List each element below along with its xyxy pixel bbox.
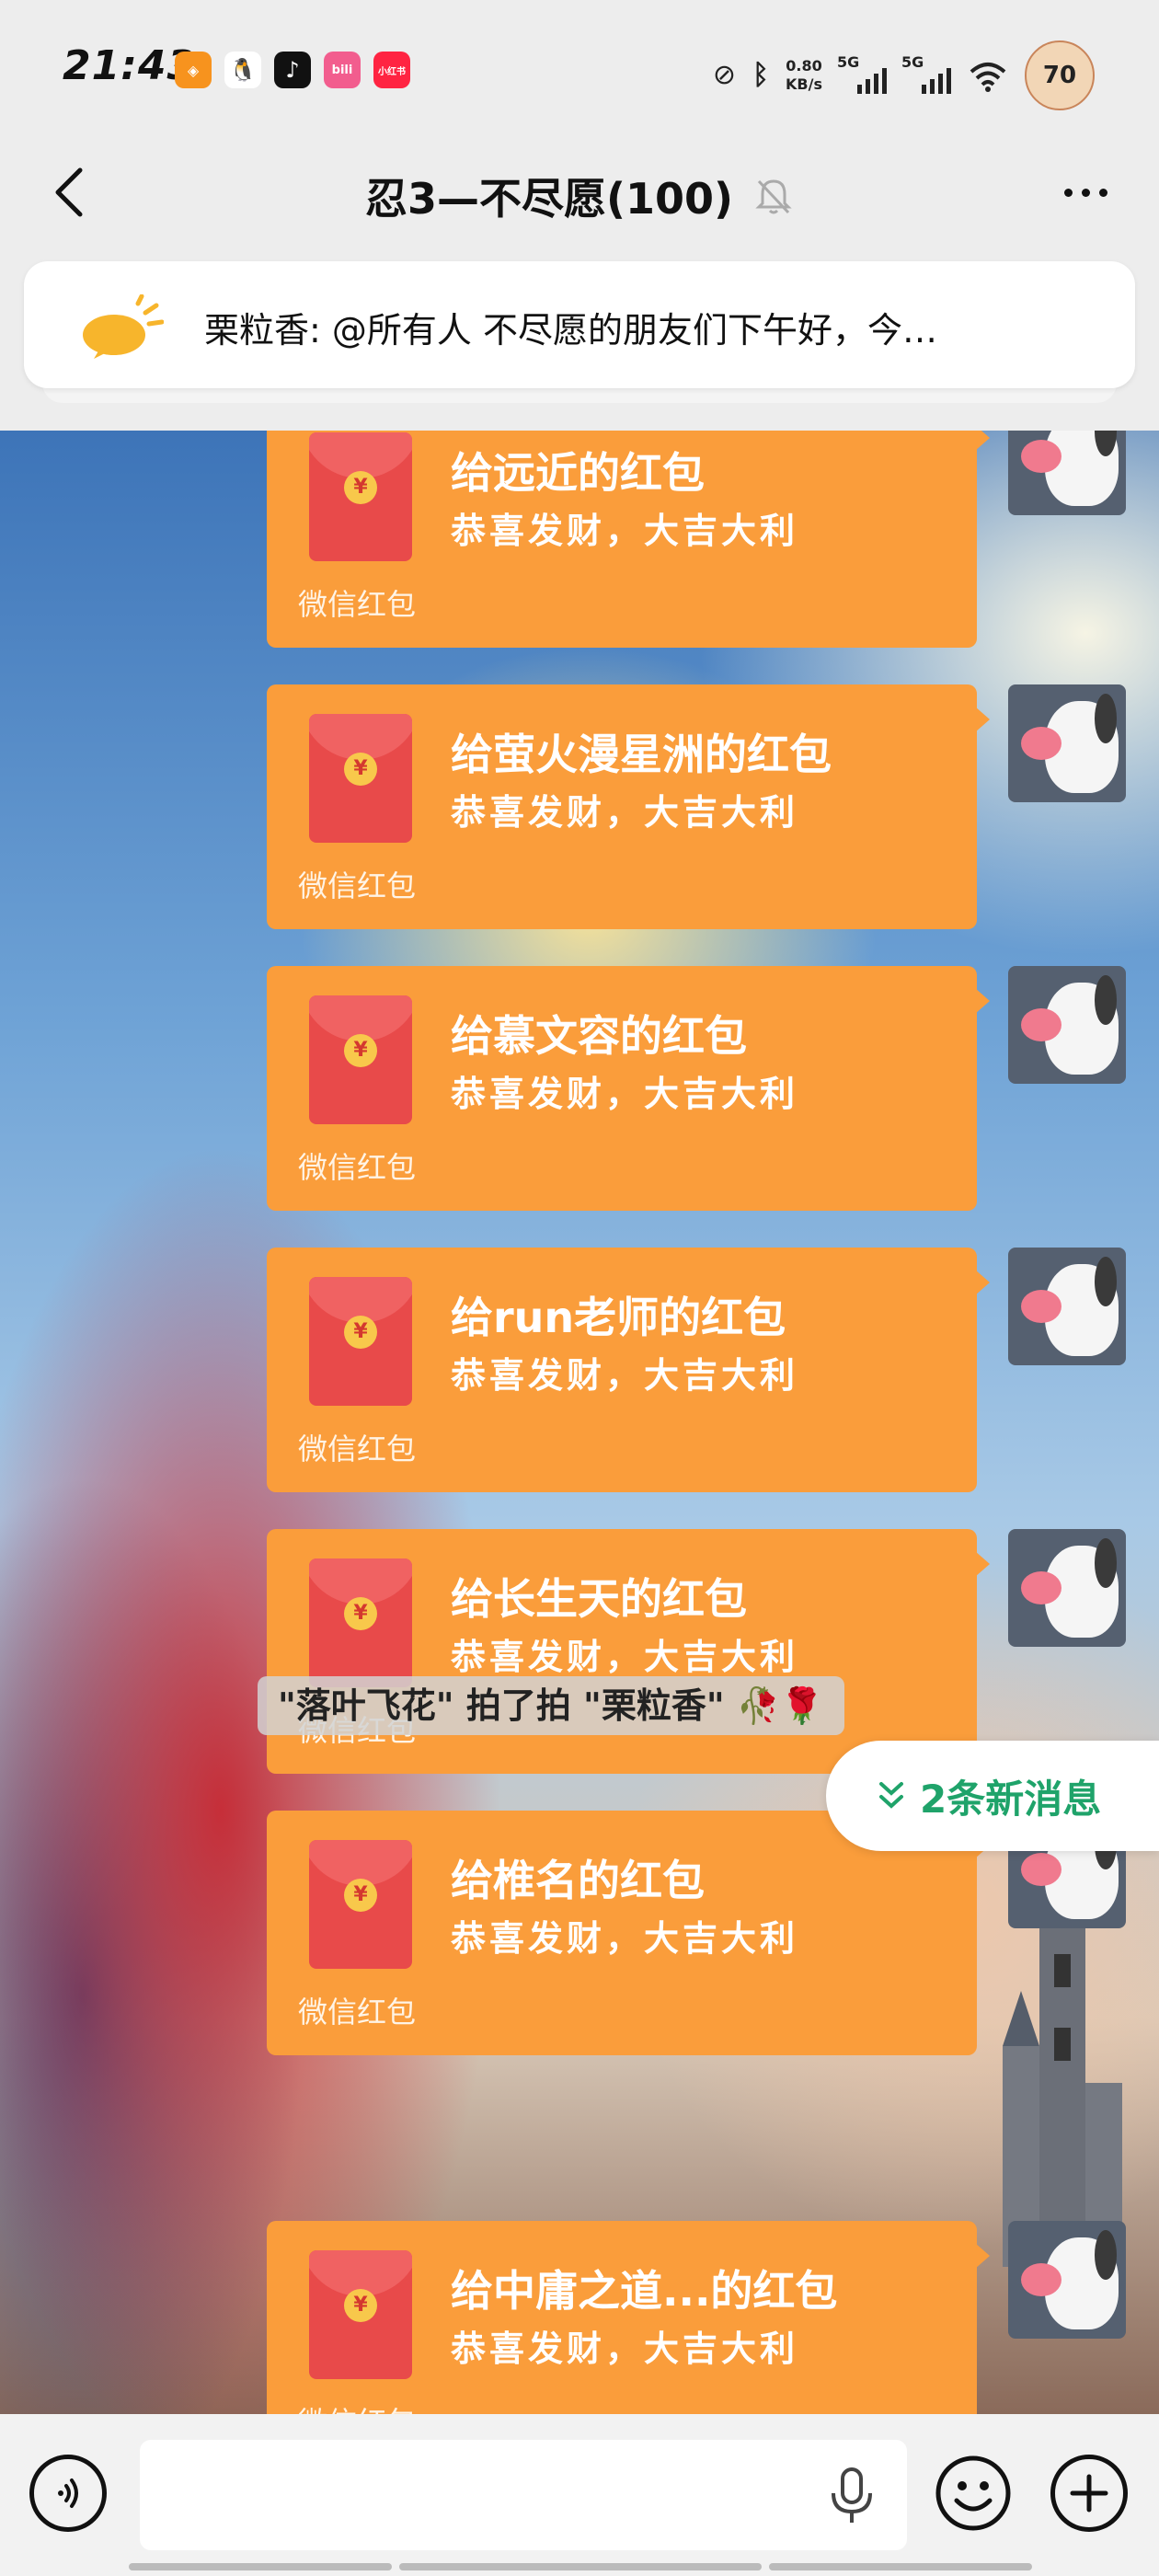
red-packet-footer: 微信红包 [298,1150,417,1185]
sender-avatar[interactable] [1008,1529,1126,1647]
red-packet-greeting: 恭喜发财，大吉大利 [451,1355,799,1396]
red-envelope-icon: ¥ [309,2250,412,2379]
more-actions-plus-button[interactable] [1050,2455,1128,2532]
red-envelope-icon: ¥ [309,714,412,843]
battery-avatar-badge: 70 [1025,40,1095,110]
red-packet-message[interactable]: ¥ 给慕文容的红包 恭喜发财，大吉大利 微信红包 [267,966,990,1211]
status-app-icons: ◈ 🐧 ♪ bili 小红书 [175,52,410,88]
red-packet-message[interactable]: ¥ 给萤火漫星洲的红包 恭喜发财，大吉大利 微信红包 [267,684,990,929]
bluetooth-icon: ᛒ [752,59,770,91]
new-messages-label: 2条新消息 [920,1776,1102,1822]
bilibili-icon: bili [324,52,361,88]
red-packet-footer: 微信红包 [298,1432,417,1466]
sender-avatar[interactable] [1008,431,1126,515]
signal-1-icon: 5G [837,53,887,94]
red-packet-greeting: 恭喜发财，大吉大利 [451,1918,799,1959]
red-envelope-icon: ¥ [309,995,412,1124]
red-packet-greeting: 恭喜发财，大吉大利 [451,511,799,551]
wifi-icon [970,63,1006,92]
chat-header: 忍3—不尽愿(100) [0,138,1159,258]
microphone-icon[interactable] [826,2466,878,2526]
red-envelope-icon: ¥ [309,1277,412,1406]
signal-1-label: 5G [837,53,860,71]
chat-title: 忍3—不尽愿(100) [364,174,734,224]
sender-avatar[interactable] [1008,966,1126,1084]
more-options-button[interactable] [1049,169,1122,215]
message-input-bar [0,2414,1159,2576]
tiktok-icon: ♪ [274,52,311,88]
emoji-button[interactable] [935,2455,1012,2532]
gesture-indicator [129,2563,1032,2570]
red-packet-greeting: 恭喜发财，大吉大利 [451,792,799,833]
red-packet-greeting: 恭喜发财，大吉大利 [451,2329,799,2369]
red-packet-footer: 微信红包 [298,868,417,903]
qq-icon: 🐧 [224,52,261,88]
red-packet-title: 给长生天的红包 [451,1574,747,1624]
red-envelope-icon: ¥ [309,1558,412,1687]
red-packet-footer: 微信红包 [298,2399,416,2414]
red-packet-footer: 微信红包 [298,587,417,622]
more-dot-icon [1098,188,1107,197]
red-envelope-icon: ¥ [309,1840,412,1969]
red-packet-title: 给远近的红包 [451,448,705,498]
more-dot-icon [1063,188,1073,197]
signal-2-icon: 5G [901,53,951,94]
status-indicators: ⊘ ᛒ 0.80 KB/s 5G 5G 70 [713,40,1095,110]
chat-title-wrap: 忍3—不尽愿(100) [0,166,1159,226]
red-packet-title: 给慕文容的红包 [451,1011,747,1061]
sender-avatar[interactable] [1008,684,1126,802]
red-packet-message[interactable]: ¥ 给远近的红包 恭喜发财，大吉大利 微信红包 [267,431,990,648]
signal-2-label: 5G [901,53,924,71]
orange-app-icon: ◈ [175,52,212,88]
network-speed-unit: KB/s [786,75,822,93]
voice-wave-icon [58,2478,78,2508]
red-packet-title: 给萤火漫星洲的红包 [451,730,832,779]
red-packet-title: 给中庸之道...的红包 [451,2266,838,2316]
mute-bell-icon [755,179,792,214]
chat-message-list[interactable]: ¥ 给远近的红包 恭喜发财，大吉大利 微信红包 ¥ 给萤火漫星洲的红包 恭喜发财… [0,431,1159,2414]
sender-avatar[interactable] [1008,2221,1126,2339]
network-speed-value: 0.80 [786,57,822,75]
xiaohongshu-icon: 小红书 [373,52,410,88]
system-pat-message: "落叶飞花" 拍了拍 "栗粒香" 🥀🌹 [258,1676,844,1735]
red-envelope-icon: ¥ [309,432,412,561]
red-packet-greeting: 恭喜发财，大吉大利 [451,1074,799,1114]
red-packet-title: 给run老师的红包 [451,1293,786,1342]
red-packet-message[interactable]: ¥ 给中庸之道...的红包 恭喜发财，大吉大利 微信红包 [267,2221,990,2414]
group-announcement[interactable]: 栗粒香: @所有人 不尽愿的朋友们下午好，今… [24,261,1135,388]
red-packet-message[interactable]: ¥ 给run老师的红包 恭喜发财，大吉大利 微信红包 [267,1248,990,1492]
double-chevron-down-icon [879,1782,903,1809]
network-speed: 0.80 KB/s [786,57,822,94]
red-packet-greeting: 恭喜发财，大吉大利 [451,1637,799,1677]
sender-avatar[interactable] [1008,1248,1126,1365]
red-packet-message[interactable]: ¥ 给长生天的红包 恭喜发财，大吉大利 微信红包 [267,1529,990,1774]
more-dot-icon [1081,188,1090,197]
megaphone-icon [83,294,164,359]
plus-icon [1070,2474,1108,2513]
message-input[interactable] [140,2440,907,2550]
announcement-text: 栗粒香: @所有人 不尽愿的朋友们下午好，今… [204,310,937,351]
status-bar: 21:43 ◈ 🐧 ♪ bili 小红书 ⊘ ᛒ 0.80 KB/s 5G 5G… [0,0,1159,138]
voice-toggle-button[interactable] [29,2455,107,2532]
red-packet-title: 给椎名的红包 [451,1856,705,1905]
location-off-icon: ⊘ [712,59,737,91]
red-packet-footer: 微信红包 [298,1995,417,2030]
new-messages-button[interactable]: 2条新消息 [826,1741,1159,1851]
